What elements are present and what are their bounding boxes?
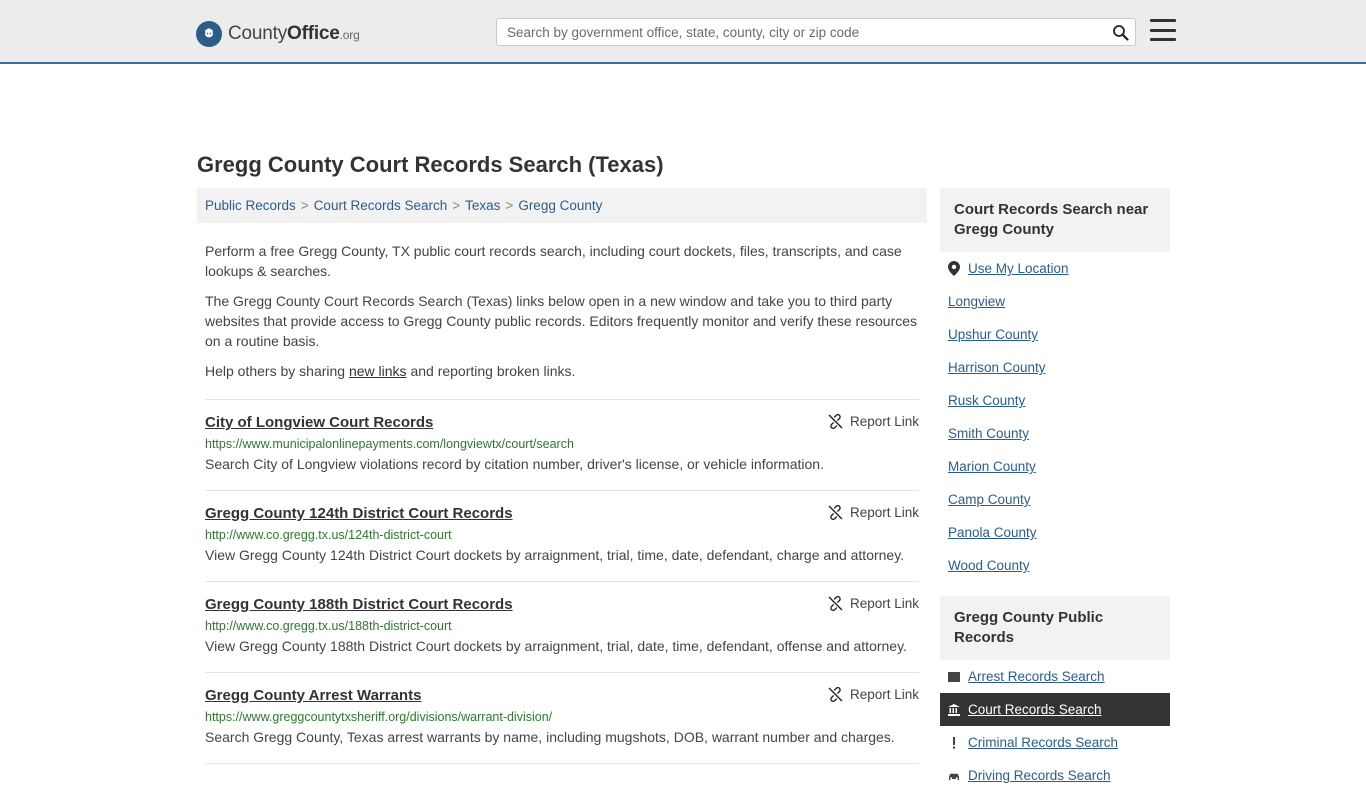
intro-text: Perform a free Gregg County, TX public c… bbox=[197, 223, 927, 381]
broken-link-icon bbox=[828, 596, 843, 611]
sidebar-item-marion-county[interactable]: Marion County bbox=[940, 450, 1170, 483]
result-url[interactable]: http://www.co.gregg.tx.us/124th-district… bbox=[205, 528, 919, 542]
sidebar: Court Records Search near Gregg County U… bbox=[940, 188, 1170, 796]
public-records-link[interactable]: Arrest Records Search bbox=[968, 669, 1105, 684]
logo-text-county: County bbox=[228, 23, 288, 44]
arrest-records-icon bbox=[948, 671, 960, 682]
map-pin-icon bbox=[948, 261, 960, 276]
report-link-label: Report Link bbox=[849, 414, 919, 429]
nearby-link[interactable]: Upshur County bbox=[948, 327, 1038, 342]
breadcrumb-separator: > bbox=[300, 198, 309, 213]
sidebar-item-longview[interactable]: Longview bbox=[940, 285, 1170, 318]
result-description: View Gregg County 124th District Court d… bbox=[205, 547, 905, 563]
intro-paragraph-3: Help others by sharing new links and rep… bbox=[205, 361, 919, 381]
list-item: Gregg County 124th District Court Record… bbox=[205, 491, 919, 582]
result-title[interactable]: Gregg County 188th District Court Record… bbox=[205, 596, 513, 613]
broken-link-icon bbox=[828, 505, 843, 520]
broken-link-icon bbox=[828, 414, 843, 429]
panel-spacer bbox=[940, 586, 1170, 596]
search-input[interactable] bbox=[497, 19, 1105, 45]
list-item: Gregg County Arrest Warrants https://www… bbox=[205, 673, 919, 764]
intro-paragraph-2: The Gregg County Court Records Search (T… bbox=[205, 293, 918, 349]
nearby-link[interactable]: Camp County bbox=[948, 492, 1031, 507]
page-title: Gregg County Court Records Search (Texas… bbox=[197, 152, 664, 177]
public-records-panel: Gregg County Public Records Arrest Recor… bbox=[940, 596, 1170, 792]
site-header: CountyOffice.org bbox=[0, 0, 1366, 64]
nearby-link[interactable]: Rusk County bbox=[948, 393, 1025, 408]
report-link-button[interactable]: Report Link bbox=[828, 505, 919, 520]
sidebar-item-driving-records-search[interactable]: Driving Records Search bbox=[940, 759, 1170, 792]
exclamation-icon bbox=[953, 736, 955, 749]
breadcrumb-item-court-records-search[interactable]: Court Records Search bbox=[314, 198, 448, 213]
intro-paragraph-1: Perform a free Gregg County, TX public c… bbox=[205, 243, 902, 279]
hamburger-menu-icon[interactable] bbox=[1150, 19, 1176, 41]
sidebar-item-court-records-search[interactable]: Court Records Search bbox=[940, 693, 1170, 726]
result-title[interactable]: Gregg County 124th District Court Record… bbox=[205, 505, 513, 522]
nearby-link[interactable]: Wood County bbox=[948, 558, 1030, 573]
result-description: Search City of Longview violations recor… bbox=[205, 456, 824, 472]
breadcrumb-separator: > bbox=[505, 198, 514, 213]
breadcrumb-item-public-records[interactable]: Public Records bbox=[205, 198, 296, 213]
results-list: City of Longview Court Records https://w… bbox=[197, 399, 927, 764]
sidebar-item-camp-county[interactable]: Camp County bbox=[940, 483, 1170, 516]
list-item: City of Longview Court Records https://w… bbox=[205, 399, 919, 491]
use-my-location-row[interactable]: Use My Location bbox=[940, 252, 1170, 285]
breadcrumb-item-gregg-county[interactable]: Gregg County bbox=[518, 198, 602, 213]
site-logo[interactable]: CountyOffice.org bbox=[196, 21, 360, 47]
sidebar-item-harrison-county[interactable]: Harrison County bbox=[940, 351, 1170, 384]
result-description: Search Gregg County, Texas arrest warran… bbox=[205, 729, 895, 745]
search-bar[interactable] bbox=[496, 18, 1136, 46]
logo-badge-icon bbox=[196, 21, 222, 47]
result-url[interactable]: https://www.municipalonlinepayments.com/… bbox=[205, 437, 919, 451]
broken-link-icon bbox=[828, 687, 843, 702]
sidebar-item-panola-county[interactable]: Panola County bbox=[940, 516, 1170, 549]
list-item: Gregg County 188th District Court Record… bbox=[205, 582, 919, 673]
nearby-panel-heading: Court Records Search near Gregg County bbox=[940, 188, 1170, 252]
breadcrumb-separator: > bbox=[452, 198, 461, 213]
search-icon[interactable] bbox=[1105, 24, 1135, 41]
result-url[interactable]: https://www.greggcountytxsheriff.org/div… bbox=[205, 710, 919, 724]
nearby-link[interactable]: Panola County bbox=[948, 525, 1037, 540]
public-records-link[interactable]: Criminal Records Search bbox=[968, 735, 1118, 750]
breadcrumb: Public Records > Court Records Search > Texa… bbox=[197, 188, 927, 223]
sidebar-item-rusk-county[interactable]: Rusk County bbox=[940, 384, 1170, 417]
sidebar-item-arrest-records-search[interactable]: Arrest Records Search bbox=[940, 660, 1170, 693]
report-link-button[interactable]: Report Link bbox=[828, 414, 919, 429]
sidebar-item-criminal-records-search[interactable]: Criminal Records Search bbox=[940, 726, 1170, 759]
logo-text-org: .org bbox=[339, 28, 360, 42]
use-my-location-link[interactable]: Use My Location bbox=[968, 261, 1069, 276]
result-title[interactable]: Gregg County Arrest Warrants bbox=[205, 687, 421, 704]
sidebar-item-wood-county[interactable]: Wood County bbox=[940, 549, 1170, 582]
intro-p3-before: Help others by sharing bbox=[205, 363, 349, 379]
breadcrumb-item-texas[interactable]: Texas bbox=[465, 198, 500, 213]
report-link-button[interactable]: Report Link bbox=[828, 596, 919, 611]
report-link-label: Report Link bbox=[849, 687, 919, 702]
public-records-panel-heading: Gregg County Public Records bbox=[940, 596, 1170, 660]
report-link-button[interactable]: Report Link bbox=[828, 687, 919, 702]
logo-text-office: Office bbox=[287, 23, 340, 44]
car-icon bbox=[949, 773, 959, 780]
result-description: View Gregg County 188th District Court d… bbox=[205, 638, 907, 654]
result-url[interactable]: http://www.co.gregg.tx.us/188th-district… bbox=[205, 619, 919, 633]
sidebar-item-upshur-county[interactable]: Upshur County bbox=[940, 318, 1170, 351]
nearby-panel: Court Records Search near Gregg County U… bbox=[940, 188, 1170, 582]
public-records-link[interactable]: Driving Records Search bbox=[968, 768, 1111, 783]
result-title[interactable]: City of Longview Court Records bbox=[205, 414, 433, 431]
nearby-link[interactable]: Smith County bbox=[948, 426, 1029, 441]
sidebar-item-smith-county[interactable]: Smith County bbox=[940, 417, 1170, 450]
main-content: Public Records > Court Records Search > Texa… bbox=[197, 188, 927, 764]
nearby-link[interactable]: Marion County bbox=[948, 459, 1036, 474]
report-link-label: Report Link bbox=[849, 505, 919, 520]
nearby-link[interactable]: Harrison County bbox=[948, 360, 1046, 375]
nearby-link[interactable]: Longview bbox=[948, 294, 1005, 309]
intro-p3-after: and reporting broken links. bbox=[406, 363, 576, 379]
courthouse-icon bbox=[948, 703, 960, 716]
report-link-label: Report Link bbox=[849, 596, 919, 611]
public-records-link[interactable]: Court Records Search bbox=[968, 702, 1102, 717]
new-links-link[interactable]: new links bbox=[349, 363, 407, 379]
logo-text: CountyOffice.org bbox=[228, 23, 360, 45]
